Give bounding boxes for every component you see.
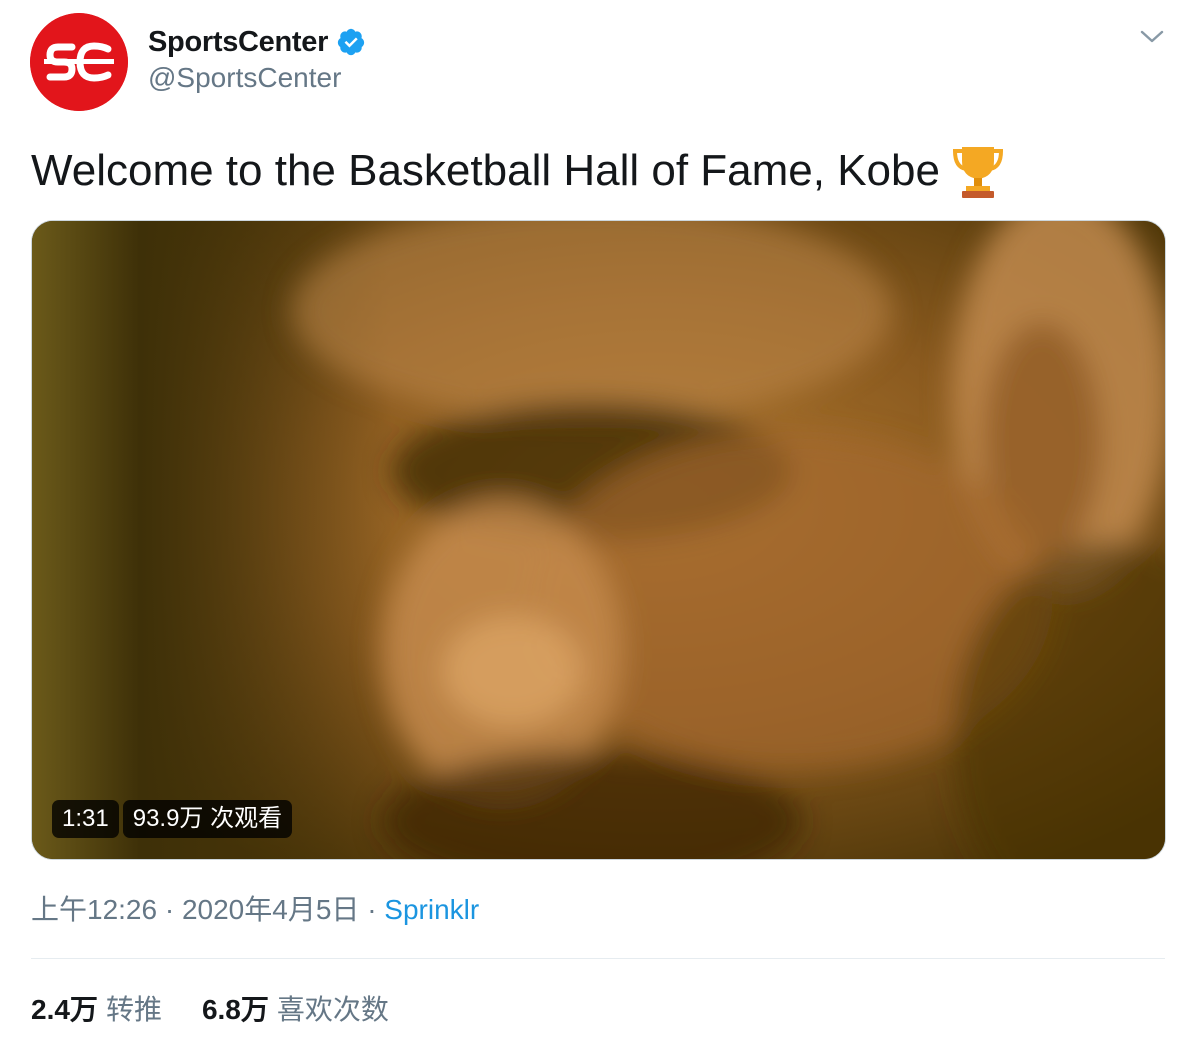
likes-stat[interactable]: 6.8万 喜欢次数: [202, 988, 389, 1028]
tweet-meta: 上午12:26 · 2020年4月5日 · Sprinklr: [31, 888, 479, 928]
divider: [31, 958, 1165, 959]
author-handle[interactable]: @SportsCenter: [148, 62, 341, 94]
retweets-count: 2.4万: [31, 994, 98, 1025]
tweet-text: Welcome to the Basketball Hall of Fame, …: [31, 140, 1004, 202]
video-duration-badge: 1:31: [52, 800, 119, 838]
chevron-down-icon[interactable]: [1138, 26, 1166, 46]
tweet-time[interactable]: 上午12:26: [31, 894, 157, 925]
video-badges: 1:31 93.9万 次观看: [52, 800, 293, 838]
trophy-icon: [952, 147, 1003, 198]
tweet: SportsCenter @SportsCenter Welcome to th…: [0, 0, 1188, 1050]
video-views-badge: 93.9万 次观看: [122, 800, 293, 838]
sportscenter-logo-icon: [30, 13, 128, 111]
video-player[interactable]: 1:31 93.9万 次观看: [31, 220, 1166, 860]
tweet-stats: 2.4万 转推 6.8万 喜欢次数: [31, 988, 389, 1028]
verified-badge-icon: [337, 28, 365, 56]
tweet-date[interactable]: 2020年4月5日: [182, 894, 359, 925]
tweet-text-content: Welcome to the Basketball Hall of Fame, …: [31, 146, 940, 195]
retweets-label: 转推: [105, 994, 162, 1025]
display-name[interactable]: SportsCenter: [148, 26, 328, 59]
likes-label: 喜欢次数: [276, 994, 389, 1025]
meta-separator: ·: [367, 894, 377, 925]
tweet-source-link[interactable]: Sprinklr: [384, 894, 479, 925]
author-name-row[interactable]: SportsCenter: [148, 22, 366, 62]
avatar[interactable]: [30, 13, 128, 111]
retweets-stat[interactable]: 2.4万 转推: [31, 988, 162, 1028]
likes-count: 6.8万: [201, 994, 269, 1025]
meta-separator: ·: [164, 894, 175, 925]
video-thumbnail: [32, 221, 1165, 859]
